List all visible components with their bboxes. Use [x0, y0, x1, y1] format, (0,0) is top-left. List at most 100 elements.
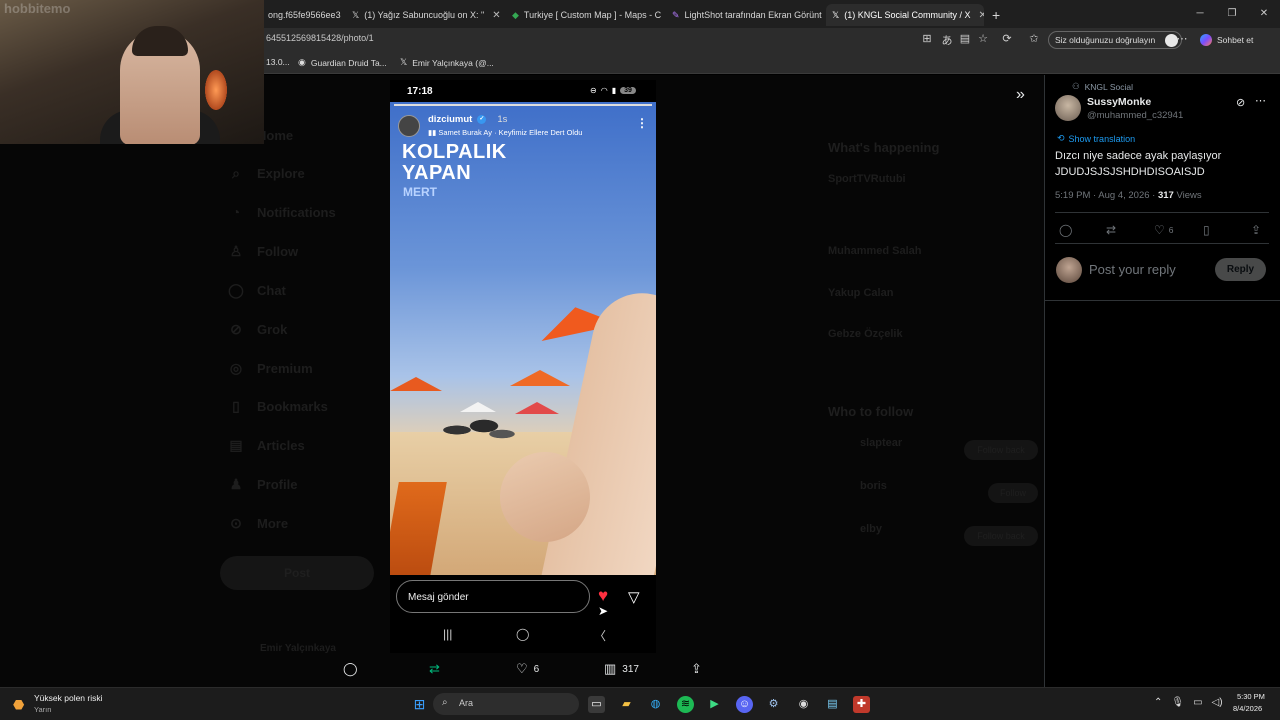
browser-tab[interactable]: ✎LightShot tarafından Ekran Görünt✕ — [666, 4, 824, 26]
suggestion-name[interactable]: boris — [860, 480, 887, 492]
back-icon[interactable]: 〈 — [594, 627, 606, 644]
app-icon[interactable]: ⊞ — [920, 32, 934, 45]
task-view-icon[interactable]: ▭ — [588, 696, 605, 713]
bookmark-item[interactable]: 𝕏 Emir Yalçınkaya (@... — [400, 57, 494, 68]
restore-icon[interactable]: ❐ — [1216, 0, 1248, 28]
nav-explore[interactable]: ⌕ Explore — [228, 165, 305, 182]
story-username[interactable]: dizciumut ✓ 1s — [428, 114, 507, 125]
avatar[interactable] — [398, 115, 420, 137]
new-tab-button[interactable]: + — [986, 4, 1006, 26]
retweet-button[interactable]: ⇄ — [429, 661, 440, 677]
like-heart-icon[interactable]: ♥ — [598, 586, 608, 606]
weather-icon[interactable]: ⬣ — [13, 697, 24, 713]
suggestion-name[interactable]: slaptear — [860, 437, 902, 449]
nav-premium[interactable]: ◎ Premium — [228, 360, 313, 377]
edge-icon[interactable]: ◍ — [647, 696, 664, 713]
steam-icon[interactable]: ⚙ — [765, 696, 782, 713]
views-button[interactable]: ▥ 317 — [604, 661, 639, 677]
bookmark-item[interactable]: ◉ Guardian Druid Ta... — [298, 57, 387, 68]
nav-profile[interactable]: ♟ Profile — [228, 476, 298, 493]
reader-icon[interactable]: ▤ — [958, 32, 972, 45]
trend-item[interactable]: Yakup Calan — [828, 287, 893, 299]
reply-button[interactable]: ◯ — [343, 661, 358, 677]
discord-icon[interactable]: ☺ — [736, 696, 753, 713]
close-window-icon[interactable]: ✕ — [1248, 0, 1280, 28]
account-switcher[interactable]: Emir Yalçınkaya — [260, 643, 336, 654]
translate-icon[interactable]: あ — [940, 32, 954, 48]
reply-button[interactable]: ◯ — [1059, 223, 1072, 237]
close-icon[interactable]: ✕ — [978, 10, 984, 21]
author-handle[interactable]: @muhammed_c32941 — [1087, 110, 1183, 121]
browser-tab[interactable]: ◆Turkiye [ Custom Map ] - Maps - C✕ — [506, 4, 664, 26]
send-icon[interactable]: ▽ — [628, 588, 640, 606]
weather-title[interactable]: Yüksek polen riski — [34, 693, 103, 703]
browser-tab[interactable]: 𝕏 (1) Yağız Sabuncuoğlu on X: " ✕ — [346, 4, 504, 26]
terminal-icon[interactable]: ▶ — [706, 696, 723, 713]
collapse-panel-icon[interactable]: » — [1016, 86, 1025, 104]
nav-notifications[interactable]: ◔ Notifications — [228, 204, 336, 220]
close-icon[interactable]: ✕ — [492, 10, 500, 21]
taskbar-search[interactable]: ⌕ Ara — [433, 693, 579, 715]
windows-start-icon[interactable]: ⊞ — [411, 696, 428, 713]
extensions-icon[interactable]: ⟳ — [1000, 32, 1014, 45]
like-button[interactable]: ♡ 6 — [516, 661, 539, 677]
home-button-icon[interactable]: ◯ — [516, 627, 529, 641]
weather-subtitle: Yarın — [34, 705, 52, 714]
nav-grok[interactable]: ⊘ Grok — [228, 321, 287, 338]
more-icon[interactable]: ⋯ — [1255, 94, 1266, 107]
nav-chat[interactable]: ◯ Chat — [228, 282, 286, 299]
suggestion-name[interactable]: elby — [860, 523, 882, 535]
file-explorer-icon[interactable]: ▰ — [618, 696, 635, 713]
reply-input[interactable]: Post your reply — [1089, 262, 1176, 277]
clock-date[interactable]: 8/4/2026 — [1233, 704, 1262, 713]
bookmark-item[interactable]: 13.0... — [266, 57, 290, 67]
spotify-icon[interactable]: ≋ — [677, 696, 694, 713]
chevron-up-icon[interactable]: ⌃ — [1154, 697, 1162, 708]
nav-articles[interactable]: ▤ Articles — [228, 437, 304, 454]
nav-follow[interactable]: ♙ Follow — [228, 243, 298, 260]
notepad-icon[interactable]: ▤ — [824, 696, 841, 713]
like-button[interactable]: ♡ 6 — [1154, 223, 1174, 237]
author-name[interactable]: SussyMonke — [1087, 96, 1151, 108]
copilot-chat-button[interactable]: Sohbet et — [1200, 34, 1253, 46]
post-button[interactable]: Post — [220, 556, 374, 590]
avatar[interactable] — [1055, 95, 1081, 121]
speaker-icon[interactable]: ◁) — [1212, 697, 1223, 708]
share-button[interactable]: ⇪ — [691, 661, 702, 677]
follow-button[interactable]: Follow — [988, 483, 1038, 503]
network-icon[interactable]: ▭ — [1193, 697, 1202, 708]
show-translation-link[interactable]: ⟲ Show translation — [1057, 133, 1135, 144]
retweet-button[interactable]: ⇄ — [1106, 223, 1116, 237]
recent-apps-icon[interactable]: ||| — [443, 627, 452, 641]
post-timestamp[interactable]: 5:19 PM · Aug 4, 2026 · — [1055, 190, 1158, 201]
trend-item[interactable]: Gebze Özçelik — [828, 328, 903, 340]
community-label[interactable]: ⚇ KNGL Social — [1072, 81, 1133, 92]
verify-identity-button[interactable]: Siz olduğunuzu doğrulayın — [1048, 31, 1183, 49]
message-input[interactable]: Mesaj gönder — [396, 580, 590, 613]
nav-more[interactable]: ⊙ More — [228, 515, 288, 532]
trend-item[interactable]: SportTVRutubi — [828, 173, 906, 185]
bookmark-button[interactable]: ▯ — [1203, 223, 1210, 237]
webcam-watermark: hobbitemo — [4, 1, 71, 16]
like-count: 6 — [533, 663, 540, 675]
favorite-icon[interactable]: ☆ — [976, 32, 990, 45]
browser-tab-active[interactable]: 𝕏 (1) KNGL Social Community / X ✕ — [826, 4, 984, 26]
minimize-icon[interactable]: ─ — [1184, 0, 1216, 28]
more-icon[interactable]: ⋯ — [1175, 32, 1189, 45]
favorites-bar-icon[interactable]: ✩ — [1027, 32, 1041, 45]
app-icon[interactable]: ✚ — [853, 696, 870, 713]
obs-icon[interactable]: ◉ — [795, 696, 812, 713]
nav-bookmarks[interactable]: ▯ Bookmarks — [228, 398, 328, 415]
follow-back-button[interactable]: Follow back — [964, 440, 1038, 460]
browser-tab[interactable]: ong.f65fe9566ee3✕ — [262, 4, 344, 26]
share-button[interactable]: ⇪ — [1251, 223, 1261, 237]
microphone-icon[interactable]: 🎙 — [1171, 697, 1184, 708]
url-field[interactable]: 645512569815428/photo/1 — [266, 33, 374, 43]
clock-time[interactable]: 5:30 PM — [1237, 692, 1265, 701]
grok-icon[interactable]: ⊘ — [1236, 96, 1245, 109]
follow-back-button[interactable]: Follow back — [964, 526, 1038, 546]
reply-submit-button[interactable]: Reply — [1215, 258, 1266, 281]
more-icon[interactable]: ⋮ — [636, 116, 648, 130]
trend-item[interactable]: Muhammed Salah — [828, 245, 922, 257]
story-music[interactable]: ▮▮ Samet Burak Ay · Keyfimiz Ellere Dert… — [428, 128, 582, 137]
